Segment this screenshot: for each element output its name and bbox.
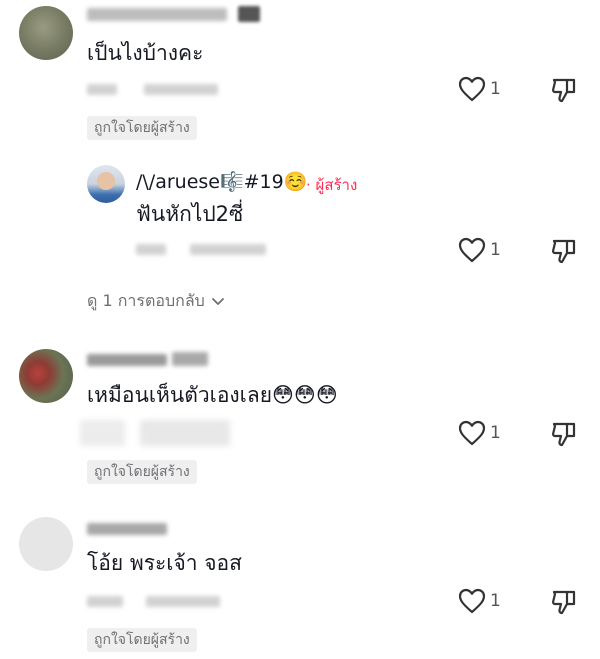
comment-text: เหมือนเห็นตัวเองเลย😳😳😳 xyxy=(87,383,338,407)
view-replies-label: ดู 1 การตอบกลับ xyxy=(87,291,205,310)
username-blurred[interactable] xyxy=(87,8,227,21)
liked-by-creator-badge: ถูกใจโดยผู้สร้าง xyxy=(87,116,197,140)
username-blurred[interactable] xyxy=(87,354,167,366)
chevron-down-icon xyxy=(211,297,225,307)
avatar[interactable] xyxy=(19,6,73,60)
like-count: 1 xyxy=(490,79,501,99)
heart-outline-icon[interactable] xyxy=(458,588,486,614)
avatar-face xyxy=(97,172,115,190)
thumbs-down-icon[interactable] xyxy=(550,237,578,265)
comment-meta-blurred xyxy=(87,596,123,607)
reply-author[interactable]: /\/aruese🎼#19☺️ xyxy=(136,170,307,193)
comment-text: เป็นไงบ้างคะ xyxy=(87,41,204,65)
liked-by-creator-badge: ถูกใจโดยผู้สร้าง xyxy=(87,628,197,652)
view-replies-button[interactable]: ดู 1 การตอบกลับ xyxy=(87,289,225,314)
avatar[interactable] xyxy=(19,349,73,403)
thumbs-down-icon[interactable] xyxy=(550,588,578,616)
heart-outline-icon[interactable] xyxy=(458,76,486,102)
heart-outline-icon[interactable] xyxy=(458,420,486,446)
comment-meta-blurred xyxy=(80,420,125,446)
heart-outline-icon[interactable] xyxy=(458,237,486,263)
reply-meta-blurred xyxy=(136,244,166,255)
like-count: 1 xyxy=(490,423,501,443)
reply-link-blurred[interactable] xyxy=(146,596,220,607)
comment-meta-blurred xyxy=(87,84,117,95)
thumbs-down-icon[interactable] xyxy=(550,76,578,104)
username-blurred[interactable] xyxy=(87,523,167,535)
reply-link-blurred[interactable] xyxy=(144,84,218,95)
like-count: 1 xyxy=(490,240,501,260)
avatar[interactable] xyxy=(19,517,73,571)
reply-link-blurred[interactable] xyxy=(190,244,266,255)
comment-text: โอ้ย พระเจ้า จอส xyxy=(87,551,242,575)
thumbs-down-icon[interactable] xyxy=(550,420,578,448)
reply-link-blurred[interactable] xyxy=(140,420,230,446)
creator-tag: · ผู้สร้าง xyxy=(306,176,358,194)
username-badge-blurred xyxy=(238,6,260,22)
username-extra-blurred xyxy=(172,352,208,366)
liked-by-creator-badge: ถูกใจโดยผู้สร้าง xyxy=(87,460,197,484)
reply-text: ฟันหักไป2ซี่ xyxy=(136,202,244,226)
like-count: 1 xyxy=(490,591,501,611)
